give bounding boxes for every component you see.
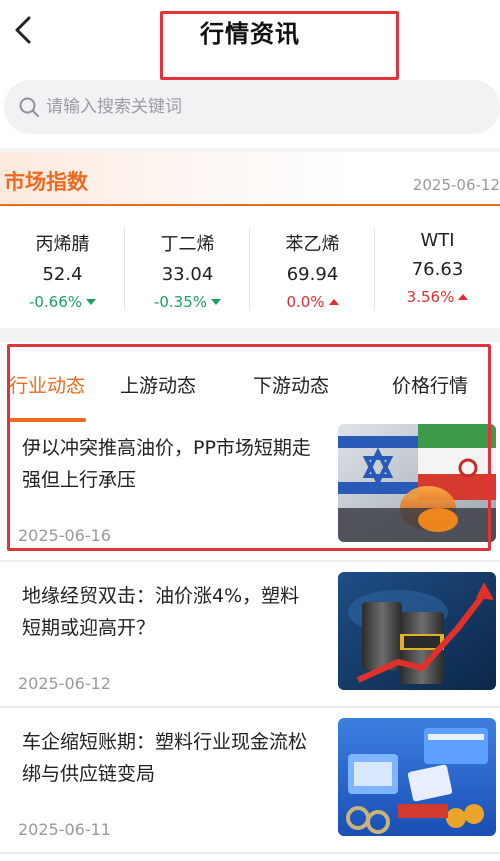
market-index-title: 市场指数 [4,170,88,194]
oil-barrels-chart-image [338,572,496,690]
index-name: 苯乙烯 [285,234,340,255]
news-highlight-box [7,344,491,551]
search-bar[interactable] [4,80,500,134]
index-change-text: 0.0% [286,293,325,311]
news-item[interactable]: 地缘经贸双击：油价涨4%，塑料短期或迎高开？ 2025-06-12 [0,570,500,710]
index-change: -0.35% [125,293,250,311]
auto-payment-60-days-image [338,718,496,836]
news-title: 车企缩短账期：塑料行业现金流松绑与供应链变局 [22,731,308,785]
market-index-list: 丙烯腈 52.4 -0.66% 丁二烯 33.04 -0.35% 苯乙烯 69.… [0,216,500,326]
index-name: WTI [420,230,455,251]
index-value: 76.63 [411,259,464,280]
search-icon [19,97,39,117]
down-arrow-icon [86,299,97,305]
news-date: 2025-06-12 [18,674,111,693]
index-card-wti[interactable]: WTI 76.63 3.56% [375,216,500,312]
index-value: 52.4 [42,264,83,285]
index-change: 3.56% [375,288,500,306]
market-index-header: 市场指数 2025-06-12 [0,152,500,204]
section-divider [0,328,500,342]
news-separator [0,706,500,708]
index-change-text: -0.35% [153,293,208,311]
market-index-date: 2025-06-12 [412,176,500,194]
index-change: 0.0% [250,293,375,311]
news-item[interactable]: 车企缩短账期：塑料行业现金流松绑与供应链变局 2025-06-11 [0,716,500,856]
index-value: 33.04 [161,264,214,285]
index-card-styrene[interactable]: 苯乙烯 69.94 0.0% [250,216,375,312]
index-card-butadiene[interactable]: 丁二烯 33.04 -0.35% [125,216,250,312]
index-card-acrylonitrile[interactable]: 丙烯腈 52.4 -0.66% [0,216,125,312]
index-value: 69.94 [286,264,339,285]
index-name: 丙烯腈 [35,234,90,255]
index-change-text: 3.56% [406,288,455,306]
news-separator [0,852,500,854]
search-input[interactable] [46,97,466,117]
market-header-underline [0,204,500,206]
title-highlight-box [160,11,399,80]
news-separator [0,560,500,562]
up-arrow-icon [328,299,339,305]
down-arrow-icon [211,299,222,305]
index-name: 丁二烯 [160,234,215,255]
index-change-text: -0.66% [28,293,83,311]
news-date: 2025-06-11 [18,820,111,839]
index-change: -0.66% [0,293,125,311]
news-title: 地缘经贸双击：油价涨4%，塑料短期或迎高开？ [22,585,300,639]
up-arrow-icon [458,294,469,300]
